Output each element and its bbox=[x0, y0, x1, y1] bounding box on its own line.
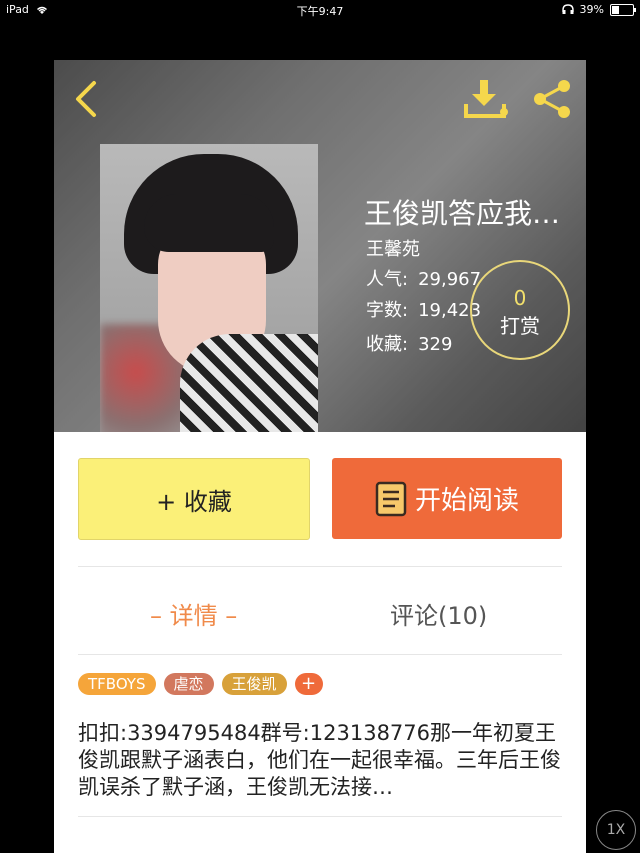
tag-chip[interactable]: 虐恋 bbox=[163, 673, 214, 695]
tag-chip[interactable]: 王俊凯 bbox=[221, 673, 287, 695]
book-icon bbox=[375, 481, 407, 516]
tab-comments[interactable]: 评论(10) bbox=[390, 596, 487, 631]
add-to-favorites-button[interactable]: + 收藏 bbox=[78, 458, 310, 540]
add-tag-button[interactable]: + bbox=[294, 673, 323, 695]
zoom-1x-button[interactable]: 1X bbox=[596, 810, 636, 850]
headphones-icon bbox=[561, 4, 574, 14]
back-arrow-icon[interactable] bbox=[70, 80, 102, 118]
book-description[interactable]: 扣扣:3394795484群号:123138776那一年初夏王俊凯跟默子涵表白，… bbox=[78, 720, 562, 804]
book-detail-screen: 王俊凯答应我… 王馨苑 人气: 29,967 字数: 19,423 收藏: 329 0… bbox=[54, 60, 586, 853]
battery-percent: 39% bbox=[579, 3, 604, 16]
tip-label: 打赏 bbox=[500, 314, 540, 338]
divider bbox=[78, 654, 562, 655]
battery-icon bbox=[610, 3, 636, 16]
stat-label: 人气: bbox=[366, 269, 409, 290]
book-cover-image bbox=[100, 144, 318, 432]
stat-popularity: 人气: 29,967 bbox=[366, 265, 481, 291]
divider bbox=[78, 566, 562, 567]
stat-label: 收藏: bbox=[366, 334, 409, 355]
stat-favorites: 收藏: 329 bbox=[366, 330, 452, 356]
start-reading-button[interactable]: 开始阅读 bbox=[332, 458, 562, 539]
book-author[interactable]: 王馨苑 bbox=[366, 235, 420, 261]
status-bar: iPad 下午9:47 39% bbox=[0, 0, 640, 20]
tab-details[interactable]: – 详情 – bbox=[150, 596, 237, 631]
share-icon[interactable] bbox=[528, 75, 576, 123]
tag-list: TFBOYS 虐恋 王俊凯 + bbox=[78, 673, 323, 695]
stat-label: 字数: bbox=[366, 300, 409, 321]
book-header: 王俊凯答应我… 王馨苑 人气: 29,967 字数: 19,423 收藏: 329 0… bbox=[54, 60, 586, 432]
book-title: 王俊凯答应我… bbox=[364, 197, 561, 230]
tip-button[interactable]: 0 打赏 bbox=[470, 260, 570, 360]
tip-count: 0 bbox=[513, 286, 527, 310]
stat-word-count: 字数: 19,423 bbox=[366, 296, 481, 322]
favorite-label: + 收藏 bbox=[156, 487, 232, 516]
tag-chip[interactable]: TFBOYS bbox=[78, 673, 156, 695]
stat-value: 329 bbox=[418, 334, 453, 355]
divider bbox=[78, 816, 562, 817]
download-icon[interactable] bbox=[464, 78, 510, 120]
status-time: 下午9:47 bbox=[296, 5, 344, 18]
read-label: 开始阅读 bbox=[414, 486, 519, 516]
